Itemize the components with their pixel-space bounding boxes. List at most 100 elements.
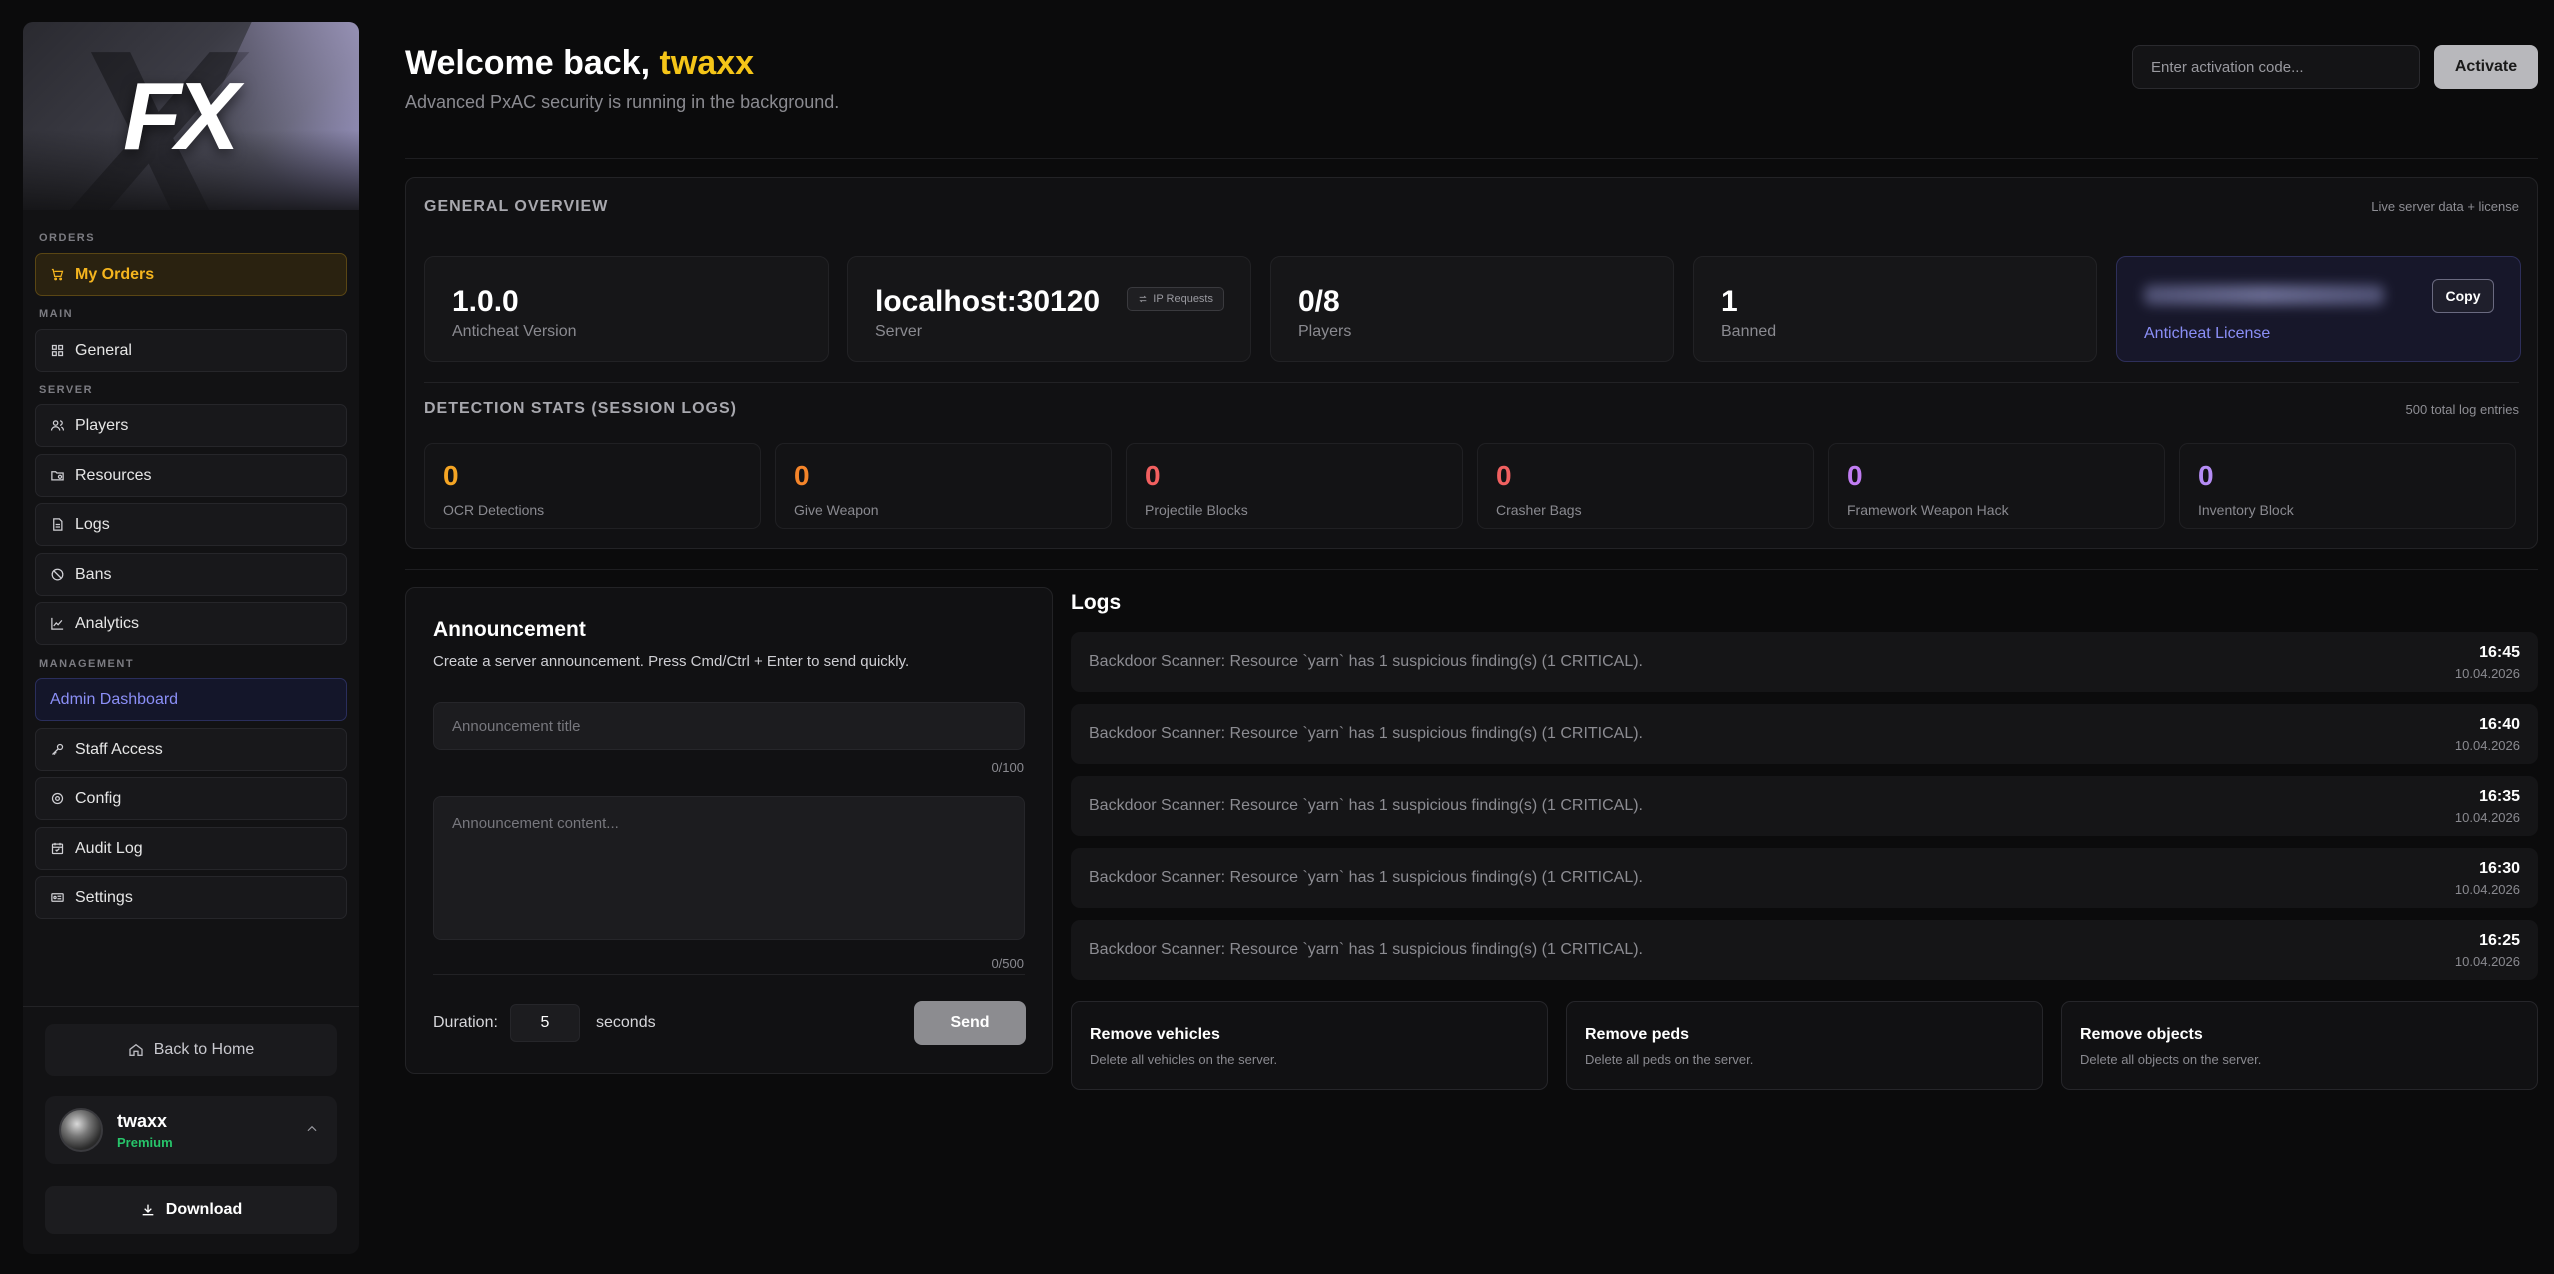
announcement-title-input[interactable] bbox=[433, 702, 1025, 750]
stat-label: Server bbox=[875, 323, 923, 340]
sidebar-item-my-orders[interactable]: My Orders bbox=[35, 253, 347, 296]
stat-label: Anticheat License bbox=[2144, 325, 2271, 342]
sidebar-item-logs[interactable]: Logs bbox=[35, 503, 347, 546]
detection-value: 0 bbox=[1145, 460, 1161, 491]
id-card-icon bbox=[51, 893, 64, 902]
page-title: Welcome back, twaxx bbox=[405, 44, 754, 83]
log-message: Backdoor Scanner: Resource `yarn` has 1 … bbox=[1089, 653, 1643, 670]
content-char-counter: 0/500 bbox=[991, 956, 1024, 971]
gear-icon bbox=[51, 792, 64, 805]
avatar bbox=[59, 1108, 103, 1152]
action-description: Delete all objects on the server. bbox=[2080, 1052, 2262, 1067]
detection-label: Framework Weapon Hack bbox=[1847, 502, 2009, 518]
detection-value: 0 bbox=[1496, 460, 1512, 491]
sidebar-item-audit-log[interactable]: Audit Log bbox=[35, 827, 347, 870]
sidebar-item-label: Analytics bbox=[75, 614, 140, 632]
section-label-management: MANAGEMENT bbox=[39, 658, 135, 670]
sidebar-item-config[interactable]: Config bbox=[35, 777, 347, 820]
log-message: Backdoor Scanner: Resource `yarn` has 1 … bbox=[1089, 797, 1643, 814]
section-divider bbox=[405, 569, 2538, 570]
log-time: 16:40 bbox=[2479, 716, 2520, 733]
detection-value: 0 bbox=[443, 460, 459, 491]
users-icon bbox=[50, 420, 65, 431]
stat-card-banned: 1 Banned bbox=[1693, 256, 2097, 362]
page-subtitle: Advanced PxAC security is running in the… bbox=[405, 92, 840, 112]
sidebar-item-label: Audit Log bbox=[75, 839, 143, 857]
cart-icon bbox=[51, 268, 64, 281]
activation-code-input[interactable] bbox=[2132, 45, 2420, 89]
sidebar-item-players[interactable]: Players bbox=[35, 404, 347, 447]
license-key-blurred bbox=[2144, 285, 2384, 305]
user-name: twaxx bbox=[117, 1110, 168, 1131]
log-row[interactable]: Backdoor Scanner: Resource `yarn` has 1 … bbox=[1071, 920, 2538, 980]
activate-button[interactable]: Activate bbox=[2434, 45, 2538, 89]
sidebar-item-label: Admin Dashboard bbox=[50, 690, 179, 708]
log-message: Backdoor Scanner: Resource `yarn` has 1 … bbox=[1089, 941, 1643, 958]
back-to-home-button[interactable]: Back to Home bbox=[45, 1024, 337, 1076]
detection-label: Give Weapon bbox=[794, 502, 879, 518]
download-button[interactable]: Download bbox=[45, 1186, 337, 1234]
section-label-main: MAIN bbox=[39, 308, 74, 320]
log-row[interactable]: Backdoor Scanner: Resource `yarn` has 1 … bbox=[1071, 848, 2538, 908]
copy-license-button[interactable]: Copy bbox=[2432, 279, 2494, 313]
sidebar-item-label: Bans bbox=[75, 565, 112, 583]
stat-value: 1.0.0 bbox=[452, 285, 519, 318]
log-time: 16:25 bbox=[2479, 932, 2520, 949]
stat-card-license: Anticheat License Copy bbox=[2116, 256, 2521, 362]
stat-label: Anticheat Version bbox=[452, 323, 577, 340]
detection-card-ocr: 0 OCR Detections bbox=[424, 443, 761, 529]
detection-label: Crasher Bags bbox=[1496, 502, 1582, 518]
sidebar-item-label: Resources bbox=[75, 466, 152, 484]
ban-icon bbox=[51, 568, 64, 581]
announcement-content-input[interactable] bbox=[433, 796, 1025, 940]
log-date: 10.04.2026 bbox=[2454, 666, 2520, 681]
sidebar-item-label: My Orders bbox=[75, 265, 155, 283]
announcement-panel: Announcement Create a server announcemen… bbox=[405, 587, 1053, 1074]
file-icon bbox=[53, 518, 63, 531]
stat-card-server: localhost:30120 Server IP Requests bbox=[847, 256, 1251, 362]
detection-label: Projectile Blocks bbox=[1145, 502, 1248, 518]
stat-value: 0/8 bbox=[1298, 285, 1340, 318]
detection-title: DETECTION STATS (SESSION LOGS) bbox=[424, 400, 737, 417]
folder-icon bbox=[51, 471, 64, 481]
stat-value: localhost:30120 bbox=[875, 285, 1101, 318]
remove-peds-button[interactable]: Remove peds Delete all peds on the serve… bbox=[1566, 1001, 2043, 1090]
remove-vehicles-button[interactable]: Remove vehicles Delete all vehicles on t… bbox=[1071, 1001, 1548, 1090]
logo-banner: X FX bbox=[23, 22, 359, 210]
section-label-server: SERVER bbox=[39, 384, 94, 396]
welcome-prefix: Welcome back, bbox=[405, 44, 660, 82]
ip-requests-badge[interactable]: IP Requests bbox=[1127, 287, 1224, 311]
detection-value: 0 bbox=[794, 460, 810, 491]
user-tier-badge: Premium bbox=[117, 1134, 173, 1150]
log-row[interactable]: Backdoor Scanner: Resource `yarn` has 1 … bbox=[1071, 704, 2538, 764]
log-row[interactable]: Backdoor Scanner: Resource `yarn` has 1 … bbox=[1071, 776, 2538, 836]
grid-icon bbox=[51, 344, 64, 357]
log-row[interactable]: Backdoor Scanner: Resource `yarn` has 1 … bbox=[1071, 632, 2538, 692]
log-message: Backdoor Scanner: Resource `yarn` has 1 … bbox=[1089, 869, 1643, 886]
sidebar-item-staff-access[interactable]: Staff Access bbox=[35, 728, 347, 771]
remove-objects-button[interactable]: Remove objects Delete all objects on the… bbox=[2061, 1001, 2538, 1090]
user-menu[interactable]: twaxx Premium bbox=[45, 1096, 337, 1164]
log-time: 16:45 bbox=[2479, 644, 2520, 661]
stat-card-version: 1.0.0 Anticheat Version bbox=[424, 256, 829, 362]
duration-input[interactable] bbox=[510, 1004, 580, 1042]
download-icon bbox=[142, 1204, 154, 1216]
user-meta: twaxx Premium bbox=[117, 1111, 173, 1150]
key-icon bbox=[52, 743, 64, 755]
detection-meta: 500 total log entries bbox=[2405, 402, 2519, 417]
detection-label: Inventory Block bbox=[2198, 502, 2294, 518]
swap-icon bbox=[1139, 295, 1147, 303]
stat-label: Players bbox=[1298, 323, 1352, 340]
sidebar-item-resources[interactable]: Resources bbox=[35, 454, 347, 497]
log-message: Backdoor Scanner: Resource `yarn` has 1 … bbox=[1089, 725, 1643, 742]
action-title: Remove vehicles bbox=[1090, 1026, 1220, 1043]
chevron-up-icon[interactable] bbox=[305, 1122, 319, 1136]
send-announcement-button[interactable]: Send bbox=[914, 1001, 1026, 1045]
sidebar-item-bans[interactable]: Bans bbox=[35, 553, 347, 596]
sidebar-item-admin-dashboard[interactable]: Admin Dashboard bbox=[35, 678, 347, 721]
sidebar-item-label: General bbox=[75, 341, 132, 359]
sidebar-item-settings[interactable]: Settings bbox=[35, 876, 347, 919]
sidebar-item-label: Config bbox=[75, 789, 122, 807]
sidebar-item-analytics[interactable]: Analytics bbox=[35, 602, 347, 645]
sidebar-item-general[interactable]: General bbox=[35, 329, 347, 372]
